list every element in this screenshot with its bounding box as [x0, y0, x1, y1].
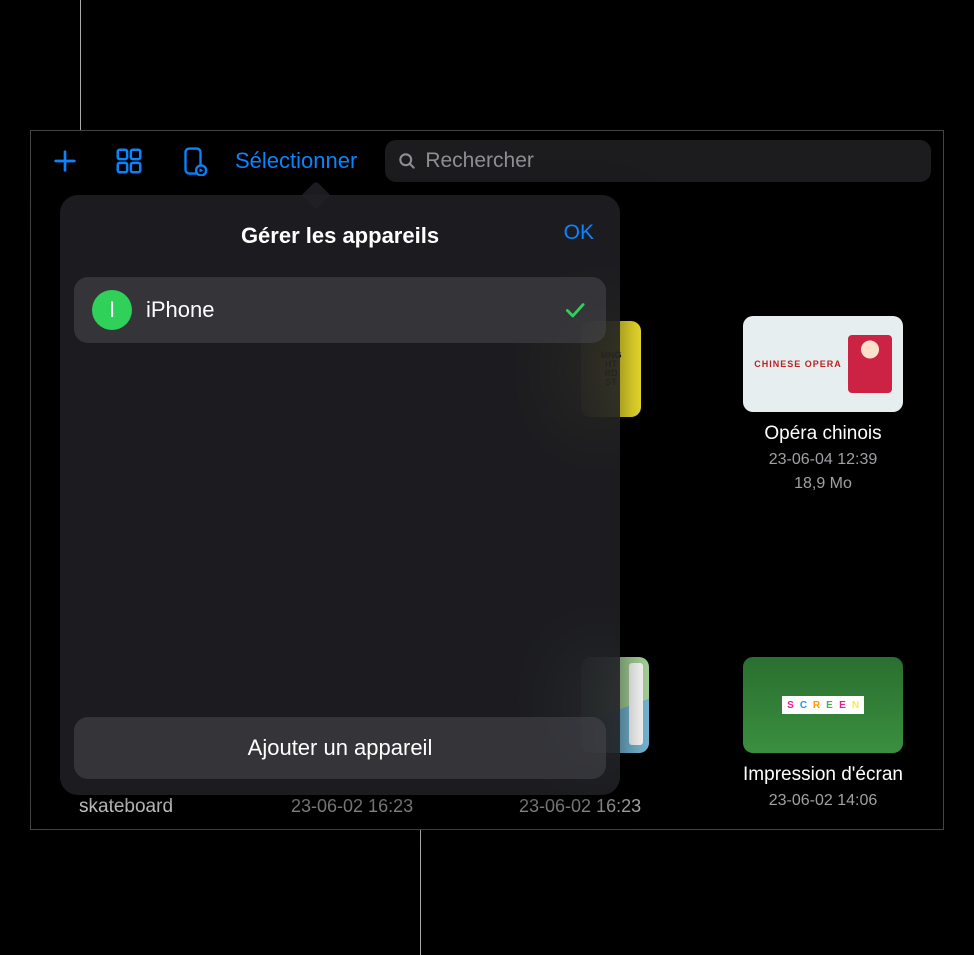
presentation-size: 18,9 Mo — [723, 473, 923, 495]
presentation-date: 23-06-02 16:23 — [291, 796, 413, 817]
phone-play-icon — [178, 146, 208, 176]
manage-devices-button[interactable] — [171, 139, 215, 183]
list-item[interactable]: CHINESE OPERA Opéra chinois 23-06-04 12:… — [723, 316, 923, 495]
device-initial: I — [109, 297, 115, 323]
grid-view-button[interactable] — [107, 139, 151, 183]
presentation-thumbnail: CHINESE OPERA — [743, 316, 903, 412]
popover-header: Gérer les appareils OK — [74, 213, 606, 277]
presentation-date: 23-06-04 12:39 — [723, 449, 923, 471]
popover-title: Gérer les appareils — [74, 223, 606, 249]
device-status-indicator: I — [92, 290, 132, 330]
presentation-date: 23-06-02 14:06 — [723, 790, 923, 812]
done-button[interactable]: OK — [564, 221, 594, 245]
thumbnail-caption: CHINESE OPERA — [754, 359, 842, 369]
add-button[interactable] — [43, 139, 87, 183]
search-placeholder: Rechercher — [425, 149, 534, 173]
search-icon — [397, 151, 417, 171]
presentation-date: 23-06-02 16:23 — [519, 796, 641, 817]
thumbnail-graphic — [848, 335, 892, 393]
add-device-button[interactable]: Ajouter un appareil — [74, 717, 606, 779]
checkmark-icon — [562, 297, 588, 323]
add-device-label: Ajouter un appareil — [248, 735, 433, 761]
presentation-title: Opéra chinois — [723, 422, 923, 447]
search-input[interactable]: Rechercher — [385, 140, 931, 182]
manage-devices-popover: Gérer les appareils OK I iPhone Ajouter … — [60, 195, 620, 795]
device-row[interactable]: I iPhone — [74, 277, 606, 343]
presentation-title: skateboard — [79, 796, 173, 818]
select-button[interactable]: Sélectionner — [235, 148, 357, 174]
list-item[interactable]: SCREEN Impression d'écran 23-06-02 14:06 — [723, 657, 923, 812]
grid-icon — [114, 146, 144, 176]
plus-icon — [51, 147, 79, 175]
toolbar: Sélectionner Rechercher — [31, 131, 943, 191]
popover-spacer — [74, 343, 606, 717]
presentation-title: Impression d'écran — [723, 763, 923, 788]
device-name-label: iPhone — [146, 297, 548, 323]
presentation-thumbnail: SCREEN — [743, 657, 903, 753]
